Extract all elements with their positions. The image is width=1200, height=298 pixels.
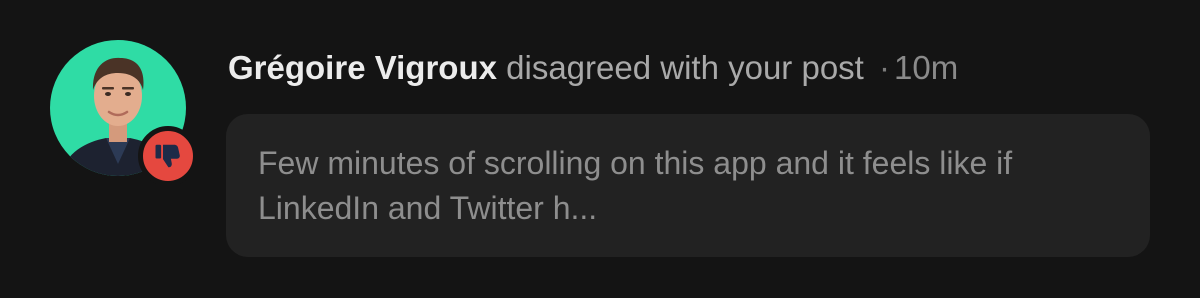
post-preview-line-1: Few minutes of scrolling on this app and… <box>258 145 1013 181</box>
notification-item[interactable]: Grégoire Vigroux disagreed with your pos… <box>0 0 1200 298</box>
notification-headline: Grégoire Vigroux disagreed with your pos… <box>228 44 958 92</box>
thumbs-down-icon <box>155 144 180 168</box>
timestamp: 10m <box>894 49 959 86</box>
post-preview-card[interactable]: Few minutes of scrolling on this app and… <box>226 114 1150 257</box>
action-text: disagreed with your post <box>506 49 864 86</box>
actor-name-link[interactable]: Grégoire Vigroux <box>228 49 497 86</box>
avatar-container[interactable] <box>50 40 198 186</box>
separator-dot: · <box>879 49 891 86</box>
post-preview-line-2: LinkedIn and Twitter h... <box>258 190 598 226</box>
reaction-badge <box>138 126 198 186</box>
post-preview-text: Few minutes of scrolling on this app and… <box>258 141 1138 231</box>
